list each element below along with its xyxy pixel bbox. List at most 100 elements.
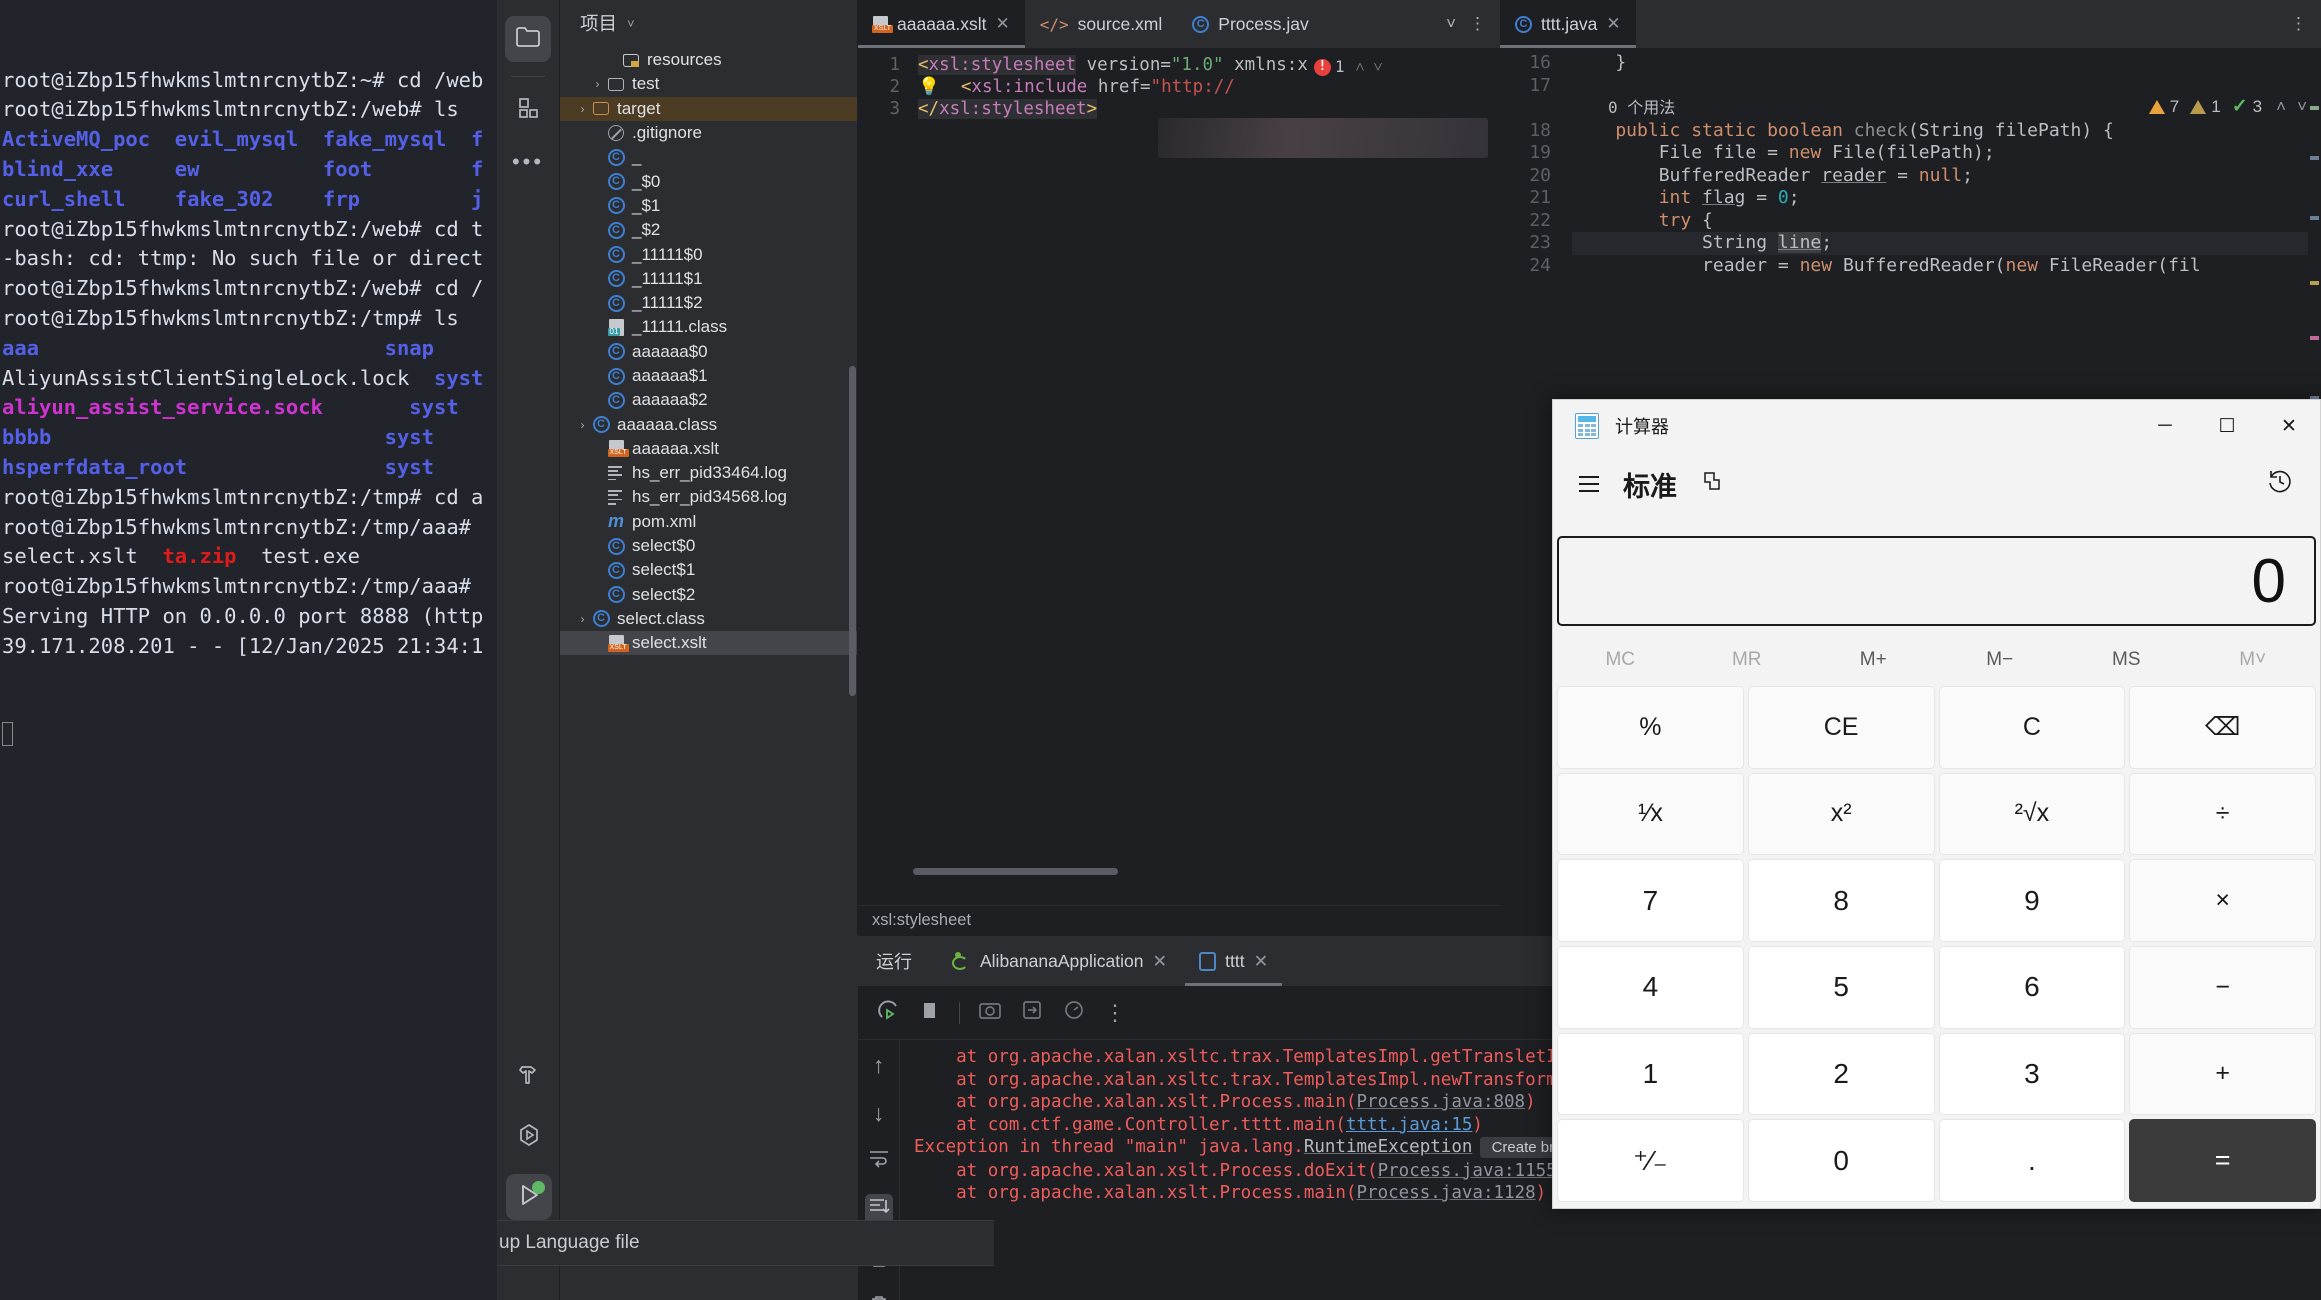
calc-key-key-ce[interactable]: CE bbox=[1747, 686, 1935, 769]
calc-key-key-2[interactable]: 2 bbox=[1747, 1032, 1935, 1116]
chevron-right-icon[interactable]: › bbox=[575, 102, 590, 116]
next-error-icon[interactable]: ˅ bbox=[1374, 56, 1383, 78]
tab-aaaaaa-xslt[interactable]: XSLT aaaaaa.xslt ✕ bbox=[858, 0, 1025, 48]
prev-problem-icon[interactable]: ˄ bbox=[2276, 96, 2286, 119]
calc-key-multiply[interactable]: × bbox=[2129, 859, 2316, 942]
stacktrace-ref[interactable]: Process.java:1155 bbox=[1378, 1161, 1557, 1181]
calc-key-key-8[interactable]: 8 bbox=[1747, 859, 1935, 942]
calc-key-square[interactable]: x² bbox=[1747, 772, 1935, 856]
memory-button-m+[interactable]: M+ bbox=[1810, 649, 1937, 671]
build-button[interactable] bbox=[506, 1054, 552, 1100]
calc-key-key-7[interactable]: 7 bbox=[1557, 859, 1744, 942]
calc-key-backspace[interactable]: ⌫ bbox=[2129, 686, 2316, 769]
close-icon[interactable]: ✕ bbox=[1152, 951, 1167, 972]
close-button[interactable]: ✕ bbox=[2258, 400, 2320, 452]
structure-tool-button[interactable] bbox=[505, 87, 551, 133]
run-configurations-button[interactable] bbox=[506, 1114, 552, 1160]
project-pane-header[interactable]: 项目 ˅ bbox=[560, 0, 857, 46]
stop-icon[interactable] bbox=[919, 999, 941, 1026]
chevron-right-icon[interactable]: › bbox=[590, 77, 605, 91]
minimize-button[interactable]: ─ bbox=[2134, 400, 2196, 452]
memory-button-m[interactable]: M˅ bbox=[2190, 649, 2317, 671]
keep-on-top-icon[interactable] bbox=[1701, 470, 1723, 498]
history-icon[interactable] bbox=[2266, 467, 2294, 502]
project-tool-button[interactable] bbox=[505, 16, 551, 62]
calc-key-square-root[interactable]: ²√x bbox=[1938, 772, 2126, 856]
soft-wrap-icon[interactable] bbox=[868, 1148, 890, 1173]
calc-key-key-[interactable]: % bbox=[1557, 686, 1744, 769]
tree-item-target[interactable]: › target bbox=[560, 96, 857, 121]
terminal-window[interactable]: root@iZbp15fhwkmslmtnrcnytbZ:~# cd /web r… bbox=[0, 0, 560, 1300]
hamburger-menu-icon[interactable] bbox=[1579, 476, 1599, 492]
stacktrace-link[interactable]: tttt.java:15 bbox=[1346, 1115, 1472, 1135]
tree-item--11111-0[interactable]: C _11111$0 bbox=[560, 242, 857, 266]
tab-process-java[interactable]: C Process.jav bbox=[1177, 0, 1323, 48]
xslt-code-area[interactable]: 1 2 3 <xsl:stylesheet version="1.0" xmln… bbox=[858, 48, 1500, 905]
tree-item--0[interactable]: C _$0 bbox=[560, 169, 857, 193]
tree-item-aaaaaa-xslt[interactable]: XSLT aaaaaa.xslt bbox=[560, 437, 857, 461]
inspection-widget[interactable]: 7 1 ✓ 3 ˄ ˅ bbox=[2148, 96, 2307, 119]
maximize-button[interactable]: ☐ bbox=[2196, 400, 2258, 452]
tree-item--11111-1[interactable]: C _11111$1 bbox=[560, 267, 857, 291]
horizontal-scrollbar[interactable] bbox=[913, 868, 1118, 875]
chevron-down-icon[interactable]: ˅ bbox=[1446, 14, 1456, 34]
export-icon[interactable] bbox=[1020, 998, 1044, 1027]
tree-item-select-2[interactable]: Cselect$2 bbox=[560, 583, 857, 607]
project-file-tree[interactable]: resources › test › target .gitignore C _ C _$0 C _$… bbox=[560, 46, 857, 935]
calc-key-key-5[interactable]: 5 bbox=[1747, 945, 1935, 1029]
memory-button-mc[interactable]: MC bbox=[1557, 649, 1684, 671]
tree-item-aaaaaa-0[interactable]: Caaaaaa$0 bbox=[560, 340, 857, 364]
tree-item-aaaaaa-class[interactable]: › Caaaaaa.class bbox=[560, 412, 857, 436]
run-tab-alibananaapplication[interactable]: AlibananaApplication ✕ bbox=[938, 936, 1181, 986]
exception-class[interactable]: RuntimeException bbox=[1304, 1137, 1473, 1157]
calc-key-reciprocal[interactable]: ¹⁄x bbox=[1557, 772, 1744, 856]
profiler-icon[interactable] bbox=[1062, 998, 1086, 1027]
tree-item--gitignore[interactable]: .gitignore bbox=[560, 121, 857, 145]
stacktrace-ref[interactable]: Process.java:808 bbox=[1357, 1092, 1526, 1112]
intention-bulb-icon[interactable]: 💡 bbox=[918, 77, 940, 97]
tree-item--11111-class[interactable]: 01 _11111.class bbox=[560, 315, 857, 339]
tab-source-xml[interactable]: </> source.xml bbox=[1025, 0, 1178, 48]
more-vertical-icon[interactable]: ⋮ bbox=[1469, 15, 1486, 32]
tree-item-resources[interactable]: resources bbox=[560, 48, 857, 72]
run-tool-button[interactable] bbox=[505, 1174, 552, 1220]
calc-key-negate[interactable]: ⁺⁄₋ bbox=[1557, 1119, 1744, 1202]
chevron-right-icon[interactable]: › bbox=[575, 418, 590, 432]
tree-item-select-class[interactable]: › Cselect.class bbox=[560, 607, 857, 631]
chevron-right-icon[interactable]: › bbox=[575, 612, 590, 626]
more-vertical-icon[interactable]: ⋮ bbox=[1104, 1001, 1126, 1023]
stacktrace-ref[interactable]: Process.java:1128 bbox=[1357, 1183, 1536, 1203]
calc-key-key-c[interactable]: C bbox=[1938, 686, 2126, 769]
tree-item-hs-err-pid33464-log[interactable]: hs_err_pid33464.log bbox=[560, 461, 857, 485]
tree-item-test[interactable]: › test bbox=[560, 72, 857, 96]
camera-icon[interactable] bbox=[978, 998, 1002, 1027]
calc-key-key-3[interactable]: 3 bbox=[1938, 1032, 2126, 1116]
calc-key-key-0[interactable]: 0 bbox=[1747, 1119, 1935, 1202]
tree-item--2[interactable]: C _$2 bbox=[560, 218, 857, 242]
calc-key-add[interactable]: + bbox=[2129, 1032, 2316, 1116]
close-icon[interactable]: ✕ bbox=[1254, 951, 1269, 972]
calculator-titlebar[interactable]: 计算器 ─ ☐ ✕ bbox=[1553, 400, 2320, 452]
tree-item--1[interactable]: C _$1 bbox=[560, 194, 857, 218]
tree-item-hs-err-pid34568-log[interactable]: hs_err_pid34568.log bbox=[560, 485, 857, 509]
close-icon[interactable]: ✕ bbox=[996, 14, 1010, 34]
chevron-down-icon[interactable]: ˅ bbox=[627, 16, 635, 31]
tree-item--11111-2[interactable]: C _11111$2 bbox=[560, 291, 857, 315]
memory-button-ms[interactable]: MS bbox=[2063, 649, 2190, 671]
rerun-icon[interactable] bbox=[876, 998, 901, 1028]
calc-key-equals[interactable]: = bbox=[2129, 1119, 2316, 1202]
tree-item-aaaaaa-1[interactable]: Caaaaaa$1 bbox=[560, 364, 857, 388]
tree-item-select-xslt[interactable]: XSLT select.xslt bbox=[560, 631, 857, 656]
close-icon[interactable]: ✕ bbox=[1606, 14, 1620, 34]
tree-item-pom-xml[interactable]: m pom.xml bbox=[560, 510, 857, 534]
calc-key-key-4[interactable]: 4 bbox=[1557, 945, 1744, 1029]
trash-icon[interactable] bbox=[869, 1294, 889, 1300]
calc-key-key-9[interactable]: 9 bbox=[1938, 859, 2126, 942]
tree-item-select-1[interactable]: Cselect$1 bbox=[560, 558, 857, 582]
arrow-down-icon[interactable]: ↓ bbox=[873, 1100, 885, 1127]
arrow-up-icon[interactable]: ↑ bbox=[873, 1052, 885, 1079]
next-problem-icon[interactable]: ˅ bbox=[2297, 96, 2307, 119]
tab-tttt-java[interactable]: C tttt.java ✕ bbox=[1500, 0, 1636, 48]
more-vertical-icon[interactable]: ⋮ bbox=[2290, 15, 2307, 32]
tree-item-select-0[interactable]: Cselect$0 bbox=[560, 534, 857, 558]
